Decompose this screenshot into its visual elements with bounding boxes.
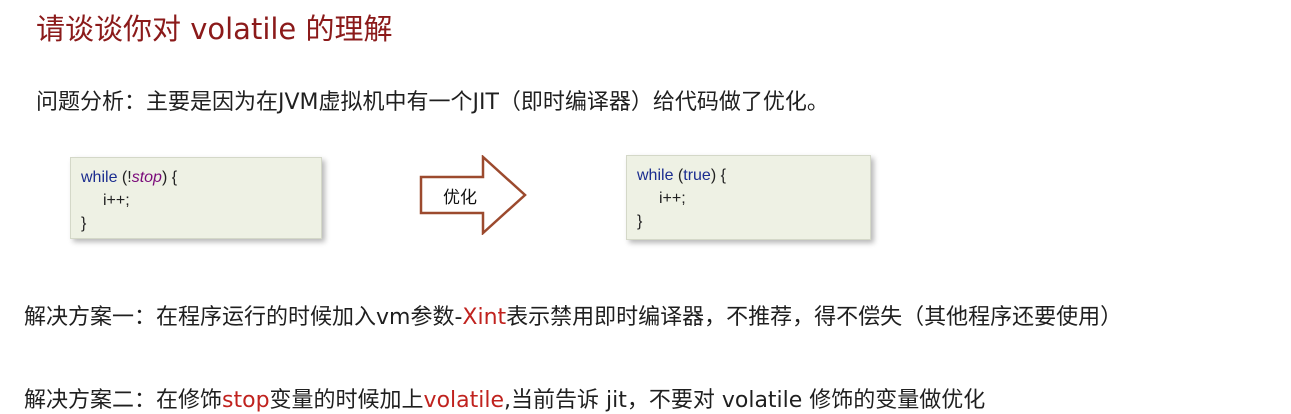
code-punct: ( <box>673 167 684 184</box>
code-keyword: while <box>81 169 118 186</box>
code-punct: (! <box>117 169 132 186</box>
solution-two-text: 解决方案二：在修饰stop变量的时候加上volatile,当前告诉 jit，不要… <box>24 382 985 414</box>
solution-one-highlight: Xint <box>462 305 507 330</box>
code-punct: ) { <box>161 169 178 186</box>
code-block-after: while (true) { i++; } <box>626 155 871 240</box>
code-line-3: } <box>81 215 87 232</box>
problem-analysis-text: 问题分析：主要是因为在JVM虚拟机中有一个JIT（即时编译器）给代码做了优化。 <box>36 90 829 115</box>
code-line-1: while (!stop) { <box>81 166 311 189</box>
arrow-label: 优化 <box>443 188 477 208</box>
page-title: 请谈谈你对 volatile 的理解 <box>36 12 393 46</box>
code-keyword: while <box>637 167 674 184</box>
code-variable: stop <box>131 169 162 186</box>
solution-two-highlight-stop: stop <box>222 388 270 413</box>
solution-two-middle: 变量的时候加上 <box>269 388 424 413</box>
code-punct: ) { <box>710 167 726 184</box>
optimize-arrow: 优化 <box>419 155 527 235</box>
solution-two-prefix: 解决方案二：在修饰 <box>24 388 223 413</box>
solution-one-prefix: 解决方案一：在程序运行的时候加入vm参数- <box>24 305 463 330</box>
code-line-1: while (true) { <box>637 164 860 187</box>
code-line-2: i++; <box>103 192 130 209</box>
solution-two-suffix: ,当前告诉 jit，不要对 volatile 修饰的变量做优化 <box>504 388 986 413</box>
code-line-2: i++; <box>659 190 686 207</box>
solution-one-text: 解决方案一：在程序运行的时候加入vm参数-Xint表示禁用即时编译器，不推荐，得… <box>24 299 1122 331</box>
solution-two-highlight-volatile: volatile <box>423 388 505 413</box>
code-block-before: while (!stop) { i++; } <box>70 157 322 239</box>
code-line-3: } <box>637 213 643 230</box>
code-literal: true <box>683 167 711 184</box>
solution-one-suffix: 表示禁用即时编译器，不推荐，得不偿失（其他程序还要使用） <box>506 305 1123 330</box>
